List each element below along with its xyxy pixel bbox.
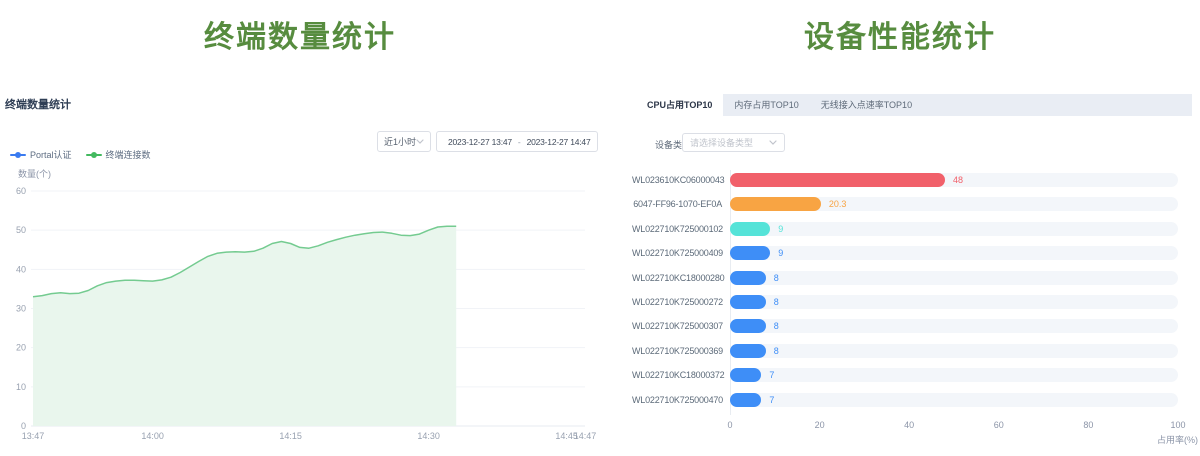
bar-category-label: WL022710K725000470 (632, 395, 722, 405)
right-section-title: 设备性能统计 (600, 12, 1200, 56)
dashboard: 终端数量统计 设备性能统计 终端数量统计 近1小时 2023-12-27 13:… (0, 0, 1200, 456)
legend-label: Portal认证 (30, 148, 72, 161)
bar-value-label: 20.3 (829, 199, 847, 209)
cpu-usage-bar-chart: WL023610KC0600004348 6047-FF96-1070-EF0A2… (636, 168, 1192, 454)
x-axis-tick: 80 (1083, 420, 1093, 430)
x-tick-label: 14:47 (574, 431, 597, 441)
bar-track (730, 393, 1178, 407)
x-axis-tick: 60 (994, 420, 1004, 430)
bar-value-label: 7 (769, 370, 774, 380)
x-axis-tick: 20 (815, 420, 825, 430)
chevron-down-icon (769, 140, 777, 145)
legend-label: 终端连接数 (106, 148, 151, 161)
bar-chart-x-axis-name: 占用率(%) (1157, 433, 1198, 446)
time-range-value: 近1小时 (384, 135, 416, 148)
bar-value-label: 48 (953, 175, 963, 185)
bar-category-label: WL022710K725000307 (632, 321, 722, 331)
bar-track (730, 197, 1178, 211)
bar-value-label: 7 (769, 395, 774, 405)
bar (730, 344, 766, 358)
y-tick-label: 10 (16, 382, 26, 392)
bar-row: WL022710KC180003727 (636, 368, 1192, 382)
legend-item[interactable]: 终端连接数 (86, 148, 151, 161)
bar (730, 319, 766, 333)
chevron-down-icon (416, 139, 424, 144)
bar-row: 6047-FF96-1070-EF0A20.3 (636, 197, 1192, 211)
series-area (33, 226, 456, 426)
x-tick-label: 14:30 (417, 431, 440, 441)
bar-category-label: WL022710K725000272 (632, 297, 722, 307)
bar-value-label: 9 (778, 224, 783, 234)
bar-track (730, 344, 1178, 358)
left-section-title: 终端数量统计 (0, 12, 600, 56)
bar-row: WL022710K7250002728 (636, 295, 1192, 309)
bar-category-label: WL023610KC06000043 (632, 175, 722, 185)
bar-row: WL023610KC0600004348 (636, 173, 1192, 187)
date-range-end: 2023-12-27 14:47 (527, 137, 591, 147)
bar-value-label: 8 (774, 346, 779, 356)
performance-tab-bar: CPU占用TOP10内存占用TOP10无线接入点速率TOP10 (636, 94, 1192, 116)
legend-marker-icon (86, 152, 102, 158)
x-tick-label: 14:00 (141, 431, 164, 441)
time-range-select[interactable]: 近1小时 (377, 131, 431, 152)
terminal-panel-header: 终端数量统计 (5, 96, 71, 112)
terminal-count-line-chart: 010203040506013:4714:0014:1514:3014:4514… (0, 185, 600, 455)
bar-row: WL022710KC180002808 (636, 271, 1192, 285)
y-tick-label: 60 (16, 186, 26, 196)
device-type-placeholder: 请选择设备类型 (690, 136, 753, 149)
bar-category-label: WL022710K725000409 (632, 248, 722, 258)
y-tick-label: 30 (16, 303, 26, 313)
date-range-start: 2023-12-27 13:47 (448, 137, 512, 147)
bar (730, 393, 761, 407)
bar-category-label: WL022710K725000369 (632, 346, 722, 356)
tab-2[interactable]: 无线接入点速率TOP10 (810, 94, 923, 116)
bar-track (730, 319, 1178, 333)
date-range-separator: - (518, 137, 521, 147)
bar (730, 246, 770, 260)
bar (730, 197, 821, 211)
bar-category-label: 6047-FF96-1070-EF0A (632, 199, 722, 209)
bar-row: WL022710K7250003078 (636, 319, 1192, 333)
bar-value-label: 9 (778, 248, 783, 258)
bar-category-label: WL022710KC18000372 (632, 370, 722, 380)
bar-value-label: 8 (774, 297, 779, 307)
bar-track (730, 271, 1178, 285)
y-tick-label: 20 (16, 343, 26, 353)
bar (730, 173, 945, 187)
bar-row: WL022710K7250003698 (636, 344, 1192, 358)
y-tick-label: 40 (16, 264, 26, 274)
y-tick-label: 0 (21, 421, 26, 431)
bar-track (730, 295, 1178, 309)
x-tick-label: 14:15 (279, 431, 302, 441)
bar-track (730, 222, 1178, 236)
x-axis-tick: 40 (904, 420, 914, 430)
bar-value-label: 8 (774, 273, 779, 283)
bar-value-label: 8 (774, 321, 779, 331)
bar-row: WL022710K7250001029 (636, 222, 1192, 236)
tab-1[interactable]: 内存占用TOP10 (723, 94, 809, 116)
date-range-picker[interactable]: 2023-12-27 13:47 - 2023-12-27 14:47 (436, 131, 598, 152)
bar (730, 295, 766, 309)
legend-marker-icon (10, 152, 26, 158)
tab-0[interactable]: CPU占用TOP10 (636, 94, 723, 116)
line-chart-y-axis-name: 数量(个) (18, 167, 51, 180)
line-chart-legend: Portal认证 终端连接数 (10, 148, 151, 161)
legend-item[interactable]: Portal认证 (10, 148, 72, 161)
bar-category-label: WL022710KC18000280 (632, 273, 722, 283)
device-type-select[interactable]: 请选择设备类型 (682, 133, 785, 152)
bar-track (730, 368, 1178, 382)
bar-row: WL022710K7250004707 (636, 393, 1192, 407)
bar-category-label: WL022710K725000102 (632, 224, 722, 234)
bar-track (730, 246, 1178, 260)
bar (730, 368, 761, 382)
bar (730, 271, 766, 285)
bar (730, 222, 770, 236)
x-tick-label: 13:47 (22, 431, 45, 441)
y-tick-label: 50 (16, 225, 26, 235)
x-axis-tick: 100 (1170, 420, 1185, 430)
bar-row: WL022710K7250004099 (636, 246, 1192, 260)
x-axis-tick: 0 (727, 420, 732, 430)
